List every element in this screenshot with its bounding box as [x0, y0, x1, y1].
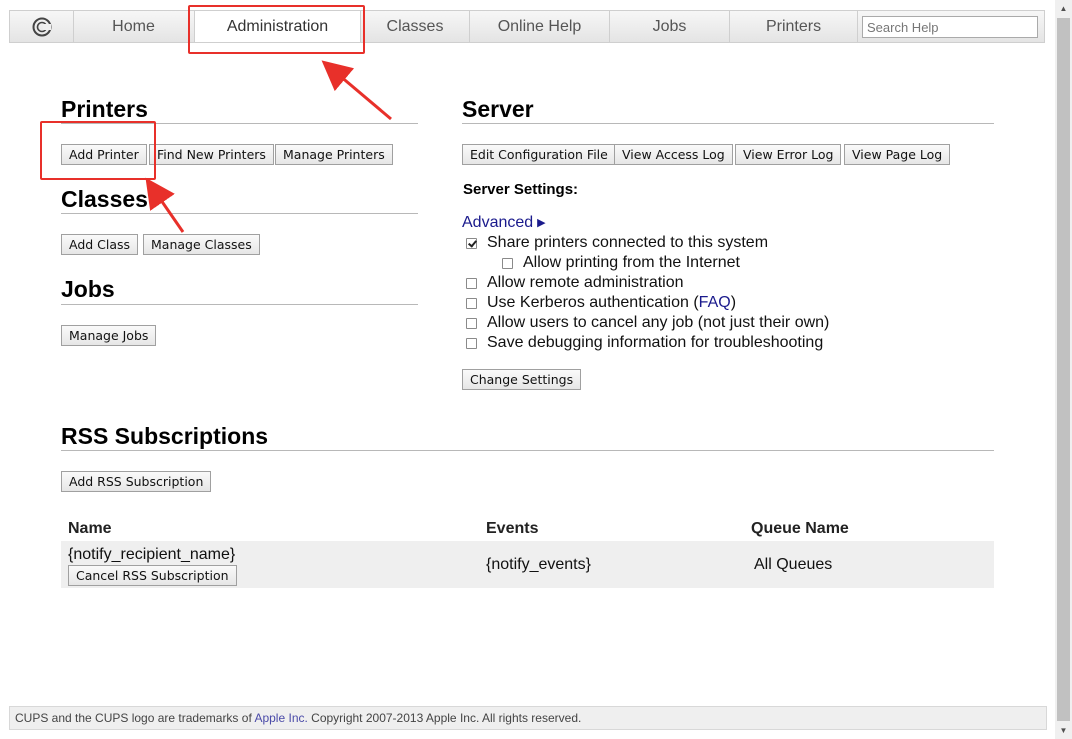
- kerberos-option[interactable]: Use Kerberos authentication (FAQ): [466, 293, 736, 313]
- column-header-name: Name: [68, 520, 112, 537]
- search-input[interactable]: [862, 16, 1038, 38]
- scrollbar-thumb[interactable]: [1057, 18, 1070, 721]
- server-settings-label: Server Settings:: [463, 181, 579, 198]
- share-printers-checkbox[interactable]: [466, 237, 477, 249]
- scroll-up-arrow-icon[interactable]: ▲: [1055, 0, 1072, 17]
- subscription-queue: All Queues: [754, 556, 833, 573]
- cancel-any-job-checkbox[interactable]: [466, 317, 477, 329]
- add-rss-subscription-button[interactable]: Add RSS Subscription: [61, 471, 212, 492]
- apple-link[interactable]: Apple Inc.: [254, 711, 307, 725]
- debug-logging-option[interactable]: Save debugging information for troublesh…: [466, 333, 823, 353]
- column-header-events: Events: [486, 520, 539, 537]
- arrow-to-add-printer-icon: [145, 177, 185, 233]
- allow-internet-printing-option[interactable]: Allow printing from the Internet: [502, 253, 740, 273]
- faq-link[interactable]: FAQ: [699, 294, 731, 311]
- advanced-link[interactable]: Advanced ▶: [462, 214, 546, 232]
- find-new-printers-button[interactable]: Find New Printers: [149, 144, 274, 165]
- server-heading: Server: [462, 96, 534, 122]
- expand-arrow-icon[interactable]: ▶: [537, 217, 545, 229]
- manage-classes-button[interactable]: Manage Classes: [143, 234, 260, 255]
- subscription-events: {notify_events}: [486, 556, 591, 573]
- remote-administration-option[interactable]: Allow remote administration: [466, 273, 684, 293]
- allow-internet-printing-checkbox[interactable]: [502, 257, 513, 269]
- option-label: Save debugging information for troublesh…: [487, 334, 824, 351]
- tab-classes[interactable]: Classes: [361, 11, 470, 42]
- kerberos-label-suffix: ): [730, 294, 737, 311]
- kerberos-checkbox[interactable]: [466, 297, 477, 309]
- change-settings-button[interactable]: Change Settings: [462, 369, 582, 390]
- add-printer-highlight-box: [40, 121, 156, 180]
- footer-copyright: Copyright 2007-2013 Apple Inc. All right…: [307, 711, 582, 725]
- divider: [61, 450, 994, 451]
- tab-jobs[interactable]: Jobs: [610, 11, 730, 42]
- printers-heading: Printers: [61, 96, 148, 122]
- view-access-log-button[interactable]: View Access Log: [614, 144, 733, 165]
- footer: CUPS and the CUPS logo are trademarks of…: [9, 706, 1047, 730]
- edit-configuration-file-button[interactable]: Edit Configuration File: [462, 144, 616, 165]
- subscription-name-link[interactable]: {notify_recipient_name}: [68, 546, 235, 564]
- advanced-label[interactable]: Advanced: [462, 214, 533, 231]
- jobs-heading: Jobs: [61, 276, 115, 302]
- divider: [61, 304, 418, 305]
- scroll-down-arrow-icon[interactable]: ▼: [1055, 722, 1072, 739]
- cups-logo[interactable]: [10, 11, 74, 42]
- manage-jobs-button[interactable]: Manage Jobs: [61, 325, 157, 346]
- divider: [61, 213, 418, 214]
- cups-logo-icon: [32, 17, 51, 36]
- tab-home[interactable]: Home: [73, 11, 195, 42]
- option-label: Allow remote administration: [487, 274, 684, 291]
- option-label: Allow printing from the Internet: [523, 254, 740, 271]
- divider: [462, 123, 994, 124]
- kerberos-label: Use Kerberos authentication (: [487, 294, 699, 311]
- cancel-rss-subscription-button[interactable]: Cancel RSS Subscription: [68, 565, 237, 586]
- top-navigation: Home Administration Classes Online Help …: [9, 10, 1045, 43]
- column-header-queue-name: Queue Name: [751, 520, 849, 537]
- classes-heading: Classes: [61, 186, 148, 212]
- tab-printers[interactable]: Printers: [730, 11, 858, 42]
- footer-text: CUPS and the CUPS logo are trademarks of: [15, 711, 255, 725]
- remote-administration-checkbox[interactable]: [466, 277, 477, 289]
- rss-heading: RSS Subscriptions: [61, 423, 269, 449]
- administration-highlight-box: [188, 5, 365, 54]
- option-label: Allow users to cancel any job (not just …: [487, 314, 830, 331]
- arrow-to-administration-icon: [321, 60, 392, 121]
- option-label: Use Kerberos authentication (FAQ): [487, 294, 736, 312]
- view-error-log-button[interactable]: View Error Log: [735, 144, 842, 165]
- tab-online-help[interactable]: Online Help: [470, 11, 610, 42]
- view-page-log-button[interactable]: View Page Log: [844, 144, 951, 165]
- cancel-any-job-option[interactable]: Allow users to cancel any job (not just …: [466, 313, 829, 333]
- add-class-button[interactable]: Add Class: [61, 234, 139, 255]
- option-label: Share printers connected to this system: [487, 234, 769, 251]
- debug-logging-checkbox[interactable]: [466, 337, 477, 349]
- share-printers-option[interactable]: Share printers connected to this system: [466, 233, 768, 253]
- vertical-scrollbar[interactable]: ▲ ▼: [1055, 0, 1072, 739]
- manage-printers-button[interactable]: Manage Printers: [275, 144, 393, 165]
